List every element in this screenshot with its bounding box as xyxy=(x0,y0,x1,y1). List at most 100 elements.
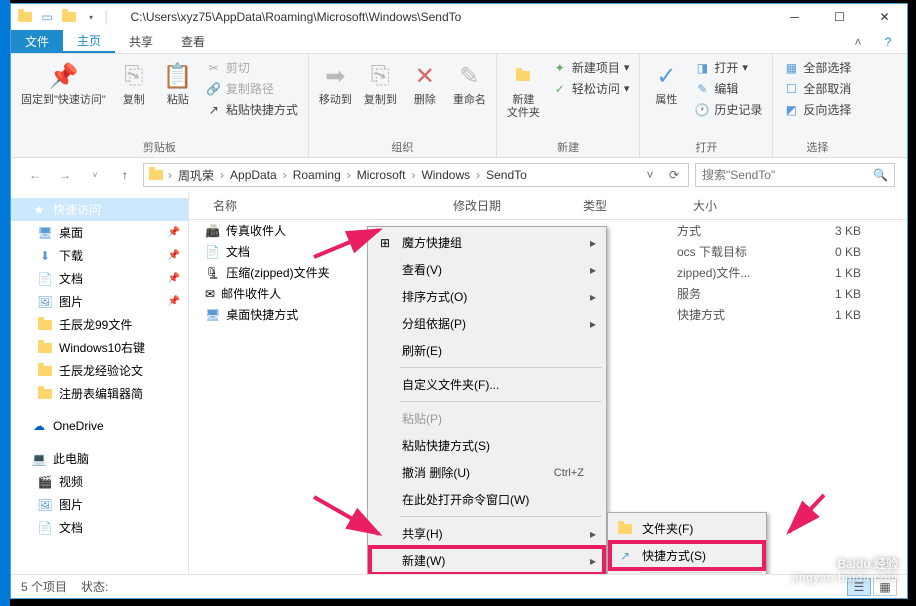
minimize-button[interactable]: ─ xyxy=(772,4,817,30)
sidebar-folder3[interactable]: 壬辰龙经验论文 xyxy=(11,359,188,382)
moveto-icon: ➡ xyxy=(319,60,351,92)
back-button[interactable]: ← xyxy=(23,163,47,187)
qat-customize-icon[interactable]: ▾ xyxy=(81,7,101,27)
sidebar-documents[interactable]: 📄文档📌 xyxy=(11,267,188,290)
sidebar-folder1[interactable]: 壬辰龙99文件 xyxy=(11,313,188,336)
col-date[interactable]: 修改日期 xyxy=(445,197,575,214)
paste-shortcut-button[interactable]: ↗粘贴快捷方式 xyxy=(202,100,302,119)
maximize-button[interactable]: ☐ xyxy=(817,4,862,30)
forward-button[interactable]: → xyxy=(53,163,77,187)
invertsel-icon: ◩ xyxy=(783,102,799,118)
ctx-customize[interactable]: 自定义文件夹(F)... xyxy=(370,371,604,398)
edit-button[interactable]: ✎编辑 xyxy=(690,79,766,98)
sidebar-pictures2[interactable]: 🖼图片 xyxy=(11,493,188,516)
pictures-icon: 🖼 xyxy=(37,294,53,310)
ctx-new[interactable]: 新建(W)▸ xyxy=(370,547,604,574)
folder-icon xyxy=(146,170,166,180)
tab-home[interactable]: 主页 xyxy=(63,30,115,53)
col-name[interactable]: 名称 xyxy=(205,197,445,214)
tab-file[interactable]: 文件 xyxy=(11,30,63,53)
bc-seg-5[interactable]: SendTo xyxy=(482,168,531,182)
qat-properties-icon[interactable]: ▭ xyxy=(37,7,57,27)
pin-quickaccess-button[interactable]: 📌 固定到"快速访问" xyxy=(17,58,110,109)
sidebar-quickaccess[interactable]: ★快速访问 xyxy=(11,198,188,221)
submenu-arrow-icon: ▸ xyxy=(590,554,596,568)
bc-seg-2[interactable]: Roaming xyxy=(289,168,345,182)
properties-button[interactable]: ✓属性 xyxy=(646,58,686,109)
sidebar-pictures[interactable]: 🖼图片📌 xyxy=(11,290,188,313)
delete-button[interactable]: ✕删除 xyxy=(405,58,445,109)
bc-seg-3[interactable]: Microsoft xyxy=(353,168,410,182)
ctx-share[interactable]: 共享(H)▸ xyxy=(370,520,604,547)
sidebar-folder2[interactable]: Windows10右键 xyxy=(11,336,188,359)
search-input[interactable] xyxy=(702,168,867,182)
newfolder-button[interactable]: 新建 文件夹 xyxy=(503,58,544,122)
tab-share[interactable]: 共享 xyxy=(115,30,167,53)
breadcrumb[interactable]: › 周巩荣› AppData› Roaming› Microsoft› Wind… xyxy=(143,163,689,187)
moveto-button[interactable]: ➡移动到 xyxy=(315,58,356,109)
file-view: 名称 修改日期 类型 大小 📠传真收件人方式3 KB 📄文档ocs 下载目标0 … xyxy=(189,192,907,574)
paste-button[interactable]: 📋 粘贴 xyxy=(158,58,198,109)
new-group-label: 新建 xyxy=(503,137,634,155)
sidebar-folder4[interactable]: 注册表编辑器简 xyxy=(11,382,188,405)
onedrive-icon: ☁ xyxy=(31,418,47,434)
col-size[interactable]: 大小 xyxy=(685,197,755,214)
sidebar-videos[interactable]: 🎬视频 xyxy=(11,470,188,493)
ctx-magic[interactable]: ⊞魔方快捷组▸ xyxy=(370,229,604,256)
open-button[interactable]: ◨打开 ▾ xyxy=(690,58,766,77)
paste-icon: 📋 xyxy=(162,60,194,92)
sidebar-thispc[interactable]: 💻此电脑 xyxy=(11,447,188,470)
ctx-new-folder[interactable]: 文件夹(F) xyxy=(610,515,764,542)
star-icon: ★ xyxy=(31,202,47,218)
bc-seg-0[interactable]: 周巩荣 xyxy=(174,167,218,184)
help-button[interactable]: ? xyxy=(873,30,903,53)
ctx-refresh[interactable]: 刷新(E) xyxy=(370,337,604,364)
path-icon: 🔗 xyxy=(206,81,222,97)
recent-dropdown[interactable]: ˅ xyxy=(83,163,107,187)
cut-button[interactable]: ✂剪切 xyxy=(202,58,302,77)
submenu-arrow-icon: ▸ xyxy=(590,527,596,541)
ribbon-collapse-button[interactable]: ˄ xyxy=(843,30,873,53)
close-button[interactable]: ✕ xyxy=(862,4,907,30)
selectnone-button[interactable]: ☐全部取消 xyxy=(779,79,855,98)
folder-icon xyxy=(37,386,53,402)
bc-seg-4[interactable]: Windows xyxy=(417,168,474,182)
edit-icon: ✎ xyxy=(694,81,710,97)
pin-icon: 📌 xyxy=(168,273,180,284)
copy-button[interactable]: ⎘ 复制 xyxy=(114,58,154,109)
ctx-cmd[interactable]: 在此处打开命令窗口(W) xyxy=(370,486,604,513)
clipboard-group-label: 剪贴板 xyxy=(17,137,302,155)
sidebar-desktop[interactable]: 🖥桌面📌 xyxy=(11,221,188,244)
ctx-group[interactable]: 分组依据(P)▸ xyxy=(370,310,604,337)
ctx-undo[interactable]: 撤消 删除(U)Ctrl+Z xyxy=(370,459,604,486)
pin-icon: 📌 xyxy=(168,250,180,261)
qat-newfolder-icon[interactable] xyxy=(59,7,79,27)
sidebar-documents2[interactable]: 📄文档 xyxy=(11,516,188,539)
ctx-sort[interactable]: 排序方式(O)▸ xyxy=(370,283,604,310)
bc-seg-1[interactable]: AppData xyxy=(226,168,281,182)
copypath-button[interactable]: 🔗复制路径 xyxy=(202,79,302,98)
invertsel-button[interactable]: ◩反向选择 xyxy=(779,100,855,119)
rename-button[interactable]: ✎重命名 xyxy=(449,58,490,109)
col-type[interactable]: 类型 xyxy=(575,197,685,214)
ctx-pasteshortcut[interactable]: 粘贴快捷方式(S) xyxy=(370,432,604,459)
ctx-view[interactable]: 查看(V)▸ xyxy=(370,256,604,283)
sidebar-downloads[interactable]: ⬇下载📌 xyxy=(11,244,188,267)
newitem-button[interactable]: ✦新建项目 ▾ xyxy=(548,58,634,77)
search-box[interactable]: 🔍 xyxy=(695,163,895,187)
easyaccess-button[interactable]: ✓轻松访问 ▾ xyxy=(548,79,634,98)
history-button[interactable]: 🕐历史记录 xyxy=(690,100,766,119)
folder-icon xyxy=(616,520,634,538)
tab-view[interactable]: 查看 xyxy=(167,30,219,53)
copyto-button[interactable]: ⎘复制到 xyxy=(360,58,401,109)
sidebar-onedrive[interactable]: ☁OneDrive xyxy=(11,415,188,437)
organize-group-label: 组织 xyxy=(315,137,490,155)
up-button[interactable]: ↑ xyxy=(113,163,137,187)
address-dropdown[interactable]: ˅ xyxy=(638,168,662,182)
pin-icon: 📌 xyxy=(47,60,79,92)
ctx-new-shortcut[interactable]: ↗快捷方式(S) xyxy=(610,542,764,569)
download-icon: ⬇ xyxy=(37,248,53,264)
sidebar[interactable]: ★快速访问 🖥桌面📌 ⬇下载📌 📄文档📌 🖼图片📌 壬辰龙99文件 Window… xyxy=(11,192,189,574)
refresh-button[interactable]: ⟳ xyxy=(662,168,686,182)
selectall-button[interactable]: ▦全部选择 xyxy=(779,58,855,77)
